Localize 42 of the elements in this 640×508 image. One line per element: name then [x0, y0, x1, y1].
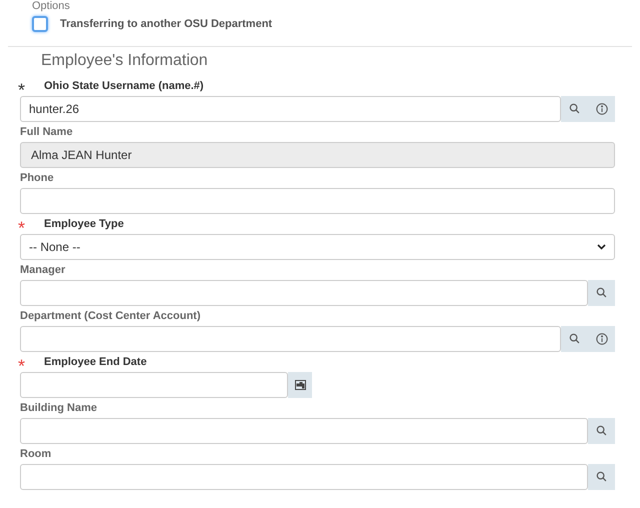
- info-icon: [596, 102, 608, 114]
- field-label: Employee End Date: [44, 355, 147, 370]
- lookup-field[interactable]: [20, 326, 561, 352]
- lookup-field[interactable]: [20, 464, 588, 490]
- lookup-field[interactable]: hunter.26: [20, 96, 561, 122]
- checkbox-label: Transferring to another OSU Department: [60, 17, 272, 32]
- search-button[interactable]: [588, 464, 615, 490]
- field-label: Phone: [20, 171, 54, 186]
- info-button[interactable]: [588, 96, 615, 122]
- search-button[interactable]: [588, 418, 615, 444]
- field-label: Manager: [20, 263, 66, 278]
- search-icon: [569, 103, 580, 114]
- search-button[interactable]: [561, 326, 588, 352]
- checkbox[interactable]: [32, 16, 48, 32]
- search-icon: [596, 471, 607, 482]
- calendar-button[interactable]: [288, 372, 312, 398]
- info-button[interactable]: [588, 326, 615, 352]
- date-field[interactable]: [20, 372, 288, 398]
- field-label: Ohio State Username (name.#): [44, 79, 204, 94]
- lookup-field[interactable]: [20, 418, 588, 444]
- text-field[interactable]: [20, 188, 615, 214]
- options-heading: Options: [32, 0, 71, 12]
- search-icon: [569, 333, 580, 344]
- section-title: Employee's Information: [40, 50, 209, 70]
- search-icon: [596, 287, 607, 298]
- required-asterisk: *: [18, 356, 26, 374]
- required-asterisk: *: [18, 218, 26, 236]
- info-icon: [596, 332, 608, 344]
- field-label: Building Name: [20, 401, 98, 416]
- calendar-icon: [294, 380, 306, 390]
- chevron-down-icon: [597, 244, 606, 250]
- full-name-field[interactable]: Alma JEAN Hunter: [20, 142, 615, 168]
- search-button[interactable]: [588, 280, 615, 306]
- lookup-field[interactable]: [20, 280, 588, 306]
- required-asterisk: *: [18, 80, 26, 98]
- select-field[interactable]: -- None --: [20, 234, 615, 260]
- search-icon: [596, 425, 607, 436]
- field-label: Full Name: [20, 125, 73, 140]
- field-label: Employee Type: [44, 217, 124, 232]
- search-button[interactable]: [561, 96, 588, 122]
- field-label: Department (Cost Center Account): [20, 309, 200, 324]
- field-label: Room: [20, 447, 52, 462]
